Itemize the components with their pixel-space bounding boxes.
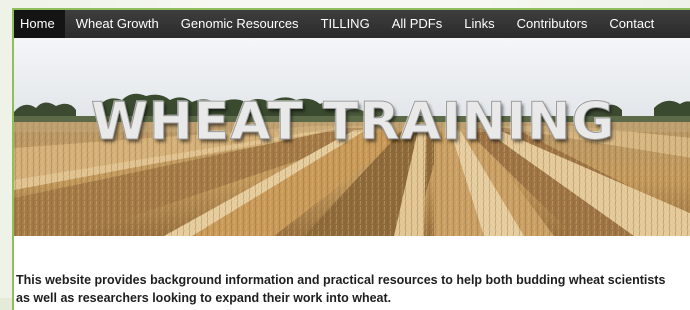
nav-item-wheat-growth[interactable]: Wheat Growth <box>65 10 170 38</box>
nav-item-all-pdfs[interactable]: All PDFs <box>381 10 454 38</box>
hero-title: WHEAT TRAINING <box>90 92 616 153</box>
nav-item-tilling[interactable]: TILLING <box>310 10 381 38</box>
main-nav: Home Wheat Growth Genomic Resources TILL… <box>14 10 690 38</box>
nav-item-contributors[interactable]: Contributors <box>506 10 599 38</box>
intro-text: This website provides background informa… <box>16 272 666 305</box>
nav-item-home[interactable]: Home <box>14 10 65 38</box>
hero-banner: WHEAT TRAINING <box>14 38 690 236</box>
nav-item-links[interactable]: Links <box>453 10 505 38</box>
nav-item-contact[interactable]: Contact <box>598 10 665 38</box>
nav-item-genomic-resources[interactable]: Genomic Resources <box>170 10 310 38</box>
page-container: Home Wheat Growth Genomic Resources TILL… <box>12 8 690 310</box>
